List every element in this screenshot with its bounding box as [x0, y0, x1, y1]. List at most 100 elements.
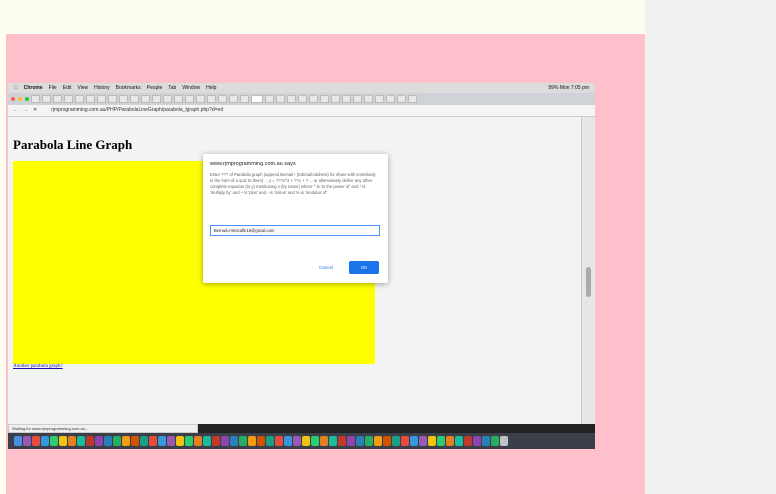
browser-tab[interactable]: [174, 95, 183, 103]
app-icon[interactable]: [167, 436, 175, 446]
trash-icon[interactable]: [500, 436, 508, 446]
app-icon[interactable]: [68, 436, 76, 446]
app-icon[interactable]: [320, 436, 328, 446]
browser-tab[interactable]: [53, 95, 62, 103]
dialog-input[interactable]: Bemail=rmetcalfe15@gmail.com: [210, 225, 380, 236]
cancel-button[interactable]: Cancel: [319, 265, 333, 270]
app-icon[interactable]: [185, 436, 193, 446]
browser-tab[interactable]: [229, 95, 238, 103]
app-icon[interactable]: [86, 436, 94, 446]
app-icon[interactable]: [23, 436, 31, 446]
app-icon[interactable]: [338, 436, 346, 446]
browser-tab[interactable]: [331, 95, 340, 103]
browser-tab[interactable]: [64, 95, 73, 103]
app-icon[interactable]: [356, 436, 364, 446]
app-icon[interactable]: [383, 436, 391, 446]
forward-icon[interactable]: →: [23, 105, 28, 116]
app-icon[interactable]: [365, 436, 373, 446]
browser-tab[interactable]: [108, 95, 117, 103]
menu-view[interactable]: View: [77, 83, 88, 93]
app-icon[interactable]: [176, 436, 184, 446]
app-icon[interactable]: [464, 436, 472, 446]
browser-tab[interactable]: [42, 95, 51, 103]
browser-tab[interactable]: [207, 95, 216, 103]
app-icon[interactable]: [32, 436, 40, 446]
apple-icon[interactable]: : [14, 83, 18, 93]
browser-tab[interactable]: [276, 95, 285, 103]
active-browser-tab[interactable]: [251, 95, 263, 103]
url-field[interactable]: rjmprogramming.com.au/PHP/ParabolaLineGr…: [51, 105, 223, 116]
browser-tab[interactable]: [364, 95, 373, 103]
app-icon[interactable]: [311, 436, 319, 446]
app-icon[interactable]: [158, 436, 166, 446]
app-icon[interactable]: [428, 436, 436, 446]
browser-tab[interactable]: [97, 95, 106, 103]
app-icon[interactable]: [203, 436, 211, 446]
app-icon[interactable]: [95, 436, 103, 446]
zoom-window-icon[interactable]: [25, 97, 29, 101]
menu-bookmarks[interactable]: Bookmarks: [116, 83, 141, 93]
app-icon[interactable]: [230, 436, 238, 446]
browser-tab[interactable]: [342, 95, 351, 103]
app-icon[interactable]: [329, 436, 337, 446]
ok-button[interactable]: OK: [349, 261, 379, 274]
app-icon[interactable]: [437, 436, 445, 446]
menu-edit[interactable]: Edit: [63, 83, 72, 93]
app-icon[interactable]: [419, 436, 427, 446]
app-icon[interactable]: [50, 436, 58, 446]
app-icon[interactable]: [401, 436, 409, 446]
app-icon[interactable]: [212, 436, 220, 446]
menu-tab[interactable]: Tab: [168, 83, 176, 93]
browser-tab[interactable]: [130, 95, 139, 103]
app-icon[interactable]: [266, 436, 274, 446]
app-icon[interactable]: [302, 436, 310, 446]
app-icon[interactable]: [410, 436, 418, 446]
menu-window[interactable]: Window: [182, 83, 200, 93]
app-icon[interactable]: [374, 436, 382, 446]
scrollbar-thumb[interactable]: [586, 267, 591, 297]
browser-tab[interactable]: [31, 95, 40, 103]
browser-tab[interactable]: [386, 95, 395, 103]
finder-icon[interactable]: [14, 436, 22, 446]
browser-tab[interactable]: [152, 95, 161, 103]
app-icon[interactable]: [284, 436, 292, 446]
minimize-window-icon[interactable]: [18, 97, 22, 101]
menu-help[interactable]: Help: [206, 83, 216, 93]
browser-tab[interactable]: [397, 95, 406, 103]
browser-tab[interactable]: [320, 95, 329, 103]
app-icon[interactable]: [347, 436, 355, 446]
scrollbar[interactable]: [581, 117, 595, 424]
browser-tab[interactable]: [353, 95, 362, 103]
app-icon[interactable]: [473, 436, 481, 446]
app-icon[interactable]: [113, 436, 121, 446]
app-icon[interactable]: [149, 436, 157, 446]
app-icon[interactable]: [77, 436, 85, 446]
app-icon[interactable]: [59, 436, 67, 446]
browser-tab[interactable]: [196, 95, 205, 103]
app-icon[interactable]: [293, 436, 301, 446]
app-icon[interactable]: [239, 436, 247, 446]
app-icon[interactable]: [41, 436, 49, 446]
app-icon[interactable]: [446, 436, 454, 446]
browser-tab[interactable]: [119, 95, 128, 103]
menu-history[interactable]: History: [94, 83, 110, 93]
app-icon[interactable]: [392, 436, 400, 446]
app-icon[interactable]: [131, 436, 139, 446]
back-icon[interactable]: ←: [13, 105, 18, 116]
app-icon[interactable]: [257, 436, 265, 446]
browser-tab[interactable]: [375, 95, 384, 103]
app-icon[interactable]: [482, 436, 490, 446]
app-icon[interactable]: [221, 436, 229, 446]
menu-people[interactable]: People: [147, 83, 163, 93]
app-icon[interactable]: [455, 436, 463, 446]
app-icon[interactable]: [275, 436, 283, 446]
app-icon[interactable]: [491, 436, 499, 446]
app-icon[interactable]: [122, 436, 130, 446]
browser-tab[interactable]: [75, 95, 84, 103]
browser-tab[interactable]: [265, 95, 274, 103]
browser-tab[interactable]: [240, 95, 249, 103]
browser-tab[interactable]: [141, 95, 150, 103]
app-icon[interactable]: [194, 436, 202, 446]
reload-icon[interactable]: ✕: [33, 105, 37, 116]
app-icon[interactable]: [248, 436, 256, 446]
